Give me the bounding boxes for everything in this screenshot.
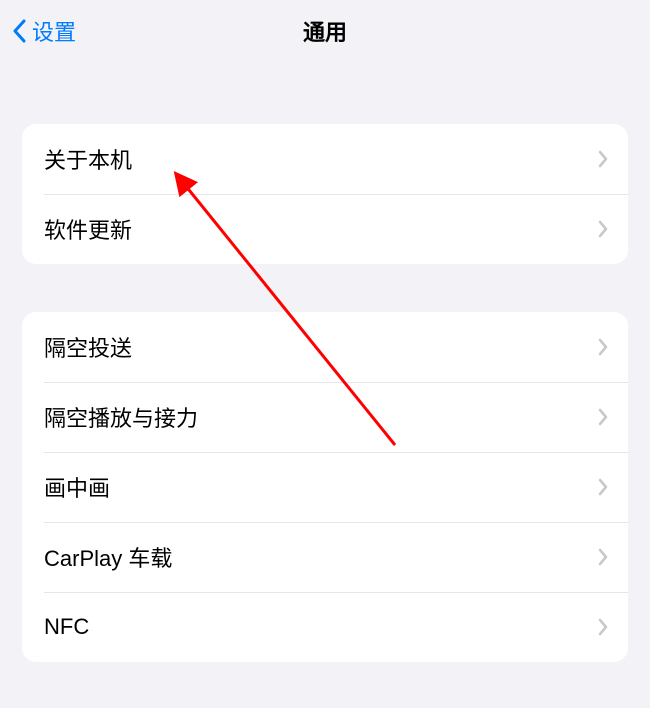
chevron-right-icon <box>598 548 608 566</box>
chevron-right-icon <box>598 338 608 356</box>
chevron-right-icon <box>598 220 608 238</box>
chevron-left-icon <box>12 19 26 43</box>
row-label: 画中画 <box>44 471 110 503</box>
back-button[interactable]: 设置 <box>8 7 80 55</box>
chevron-right-icon <box>598 150 608 168</box>
row-nfc[interactable]: NFC <box>22 592 628 662</box>
chevron-right-icon <box>598 478 608 496</box>
row-carplay[interactable]: CarPlay 车载 <box>22 522 628 592</box>
back-label: 设置 <box>32 15 76 47</box>
chevron-right-icon <box>598 408 608 426</box>
row-airdrop[interactable]: 隔空投送 <box>22 312 628 382</box>
row-software-update[interactable]: 软件更新 <box>22 194 628 264</box>
row-label: 软件更新 <box>44 213 132 245</box>
row-label: CarPlay 车载 <box>44 541 172 573</box>
row-pip[interactable]: 画中画 <box>22 452 628 522</box>
page-title: 通用 <box>303 15 347 47</box>
row-label: NFC <box>44 614 89 640</box>
nav-bar: 设置 通用 <box>0 0 650 62</box>
row-about[interactable]: 关于本机 <box>22 124 628 194</box>
row-label: 关于本机 <box>44 143 132 175</box>
row-label: 隔空投送 <box>44 331 132 363</box>
row-airplay-handoff[interactable]: 隔空播放与接力 <box>22 382 628 452</box>
row-label: 隔空播放与接力 <box>44 401 198 433</box>
chevron-right-icon <box>598 618 608 636</box>
group-0: 关于本机 软件更新 <box>22 124 628 264</box>
content: 关于本机 软件更新 隔空投送 隔空播放与接力 画中画 CarPlay 车载 NF… <box>0 124 650 662</box>
group-1: 隔空投送 隔空播放与接力 画中画 CarPlay 车载 NFC <box>22 312 628 662</box>
